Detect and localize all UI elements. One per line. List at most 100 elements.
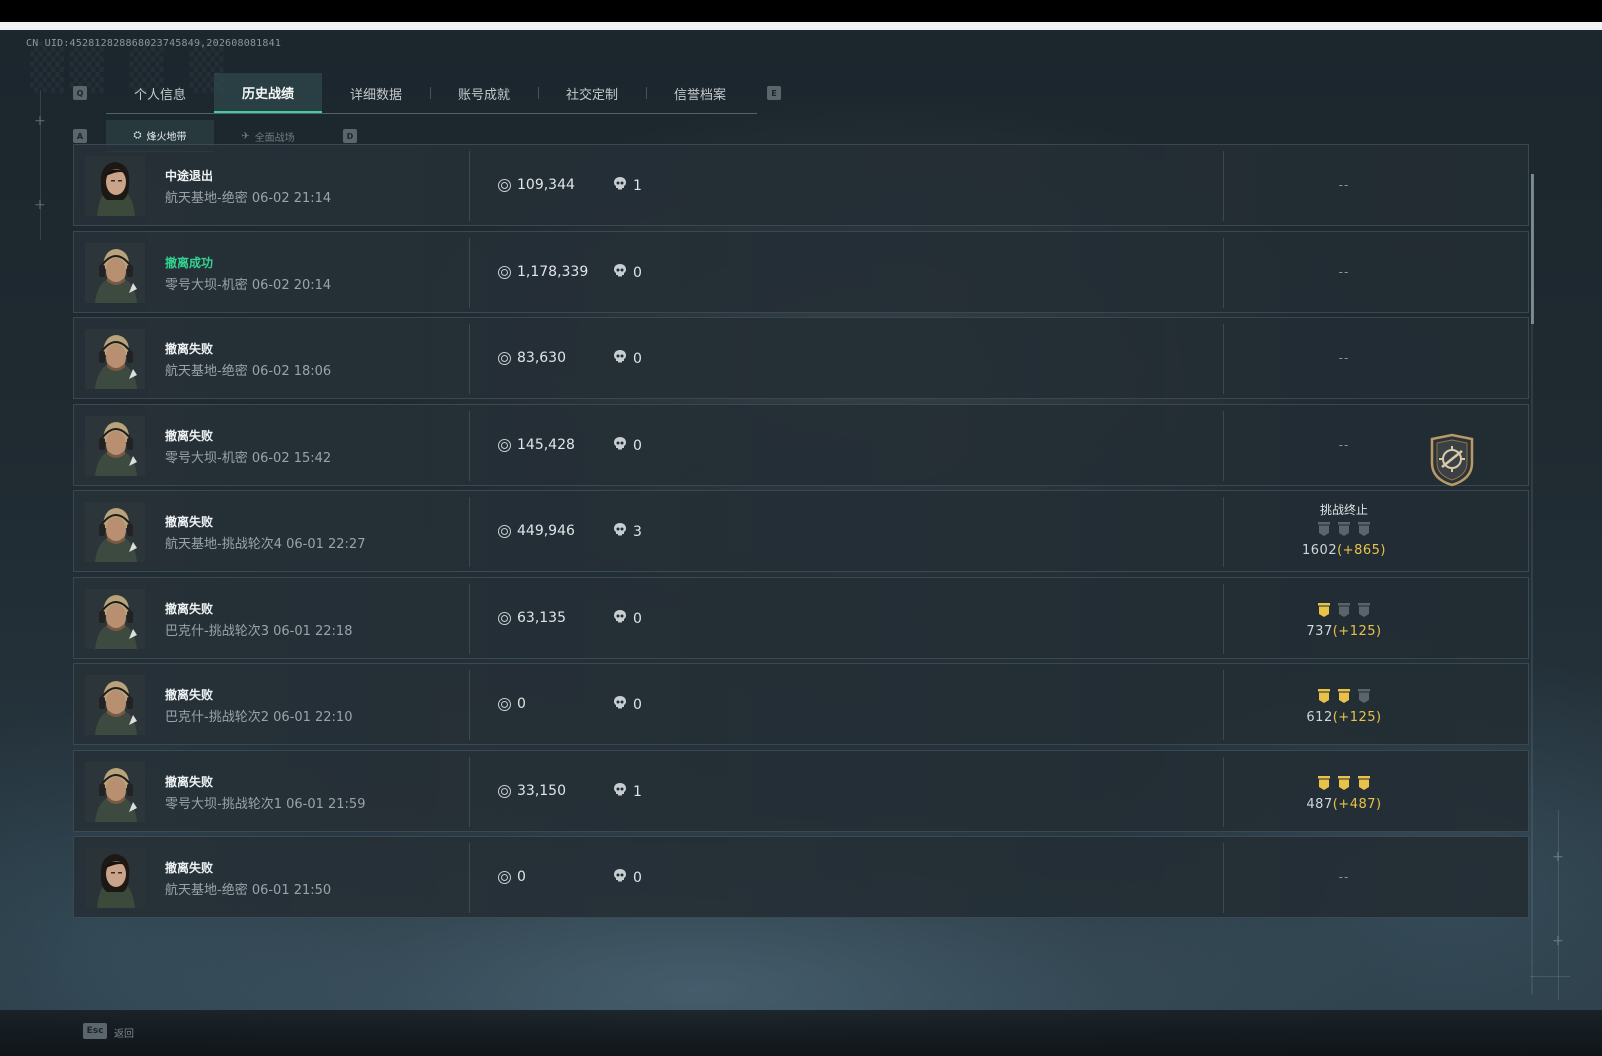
tab-prev-key[interactable]: Q bbox=[73, 86, 87, 100]
decor-line bbox=[1558, 810, 1559, 1000]
map-and-time: 航天基地-绝密 06-02 21:14 bbox=[165, 191, 332, 206]
subtab-next-key[interactable]: D bbox=[343, 129, 357, 143]
esc-key[interactable]: Esc bbox=[83, 1023, 107, 1039]
challenge-progress: 挑战终止 1602(+865) bbox=[1224, 501, 1464, 558]
challenge-badge-icon bbox=[1358, 521, 1370, 540]
score-delta: (+487) bbox=[1332, 797, 1382, 812]
coin-icon bbox=[498, 351, 511, 365]
extract-value: 145,428 bbox=[498, 437, 575, 453]
challenge-badges bbox=[1224, 602, 1464, 621]
operator-avatar bbox=[85, 156, 145, 216]
match-status: 撤离失败 bbox=[165, 342, 214, 356]
challenge-badge-icon bbox=[1318, 521, 1330, 540]
kill-number: 0 bbox=[633, 265, 642, 281]
extract-value: 109,344 bbox=[498, 177, 575, 193]
scrollbar-thumb[interactable] bbox=[1531, 174, 1534, 324]
map-and-time: 巴克什-挑战轮次3 06-01 22:18 bbox=[165, 624, 353, 639]
kill-number: 1 bbox=[633, 784, 642, 800]
score-delta: (+125) bbox=[1332, 624, 1382, 639]
map-and-time: 巴克什-挑战轮次2 06-01 22:10 bbox=[165, 710, 353, 725]
top-white-band bbox=[0, 22, 1602, 30]
tab-1[interactable]: 历史战绩 bbox=[214, 73, 322, 113]
match-row[interactable]: 撤离成功 零号大坝-机密 06-02 20:14 1,178,339 0 -- bbox=[73, 231, 1529, 313]
kill-count: 0 bbox=[614, 350, 642, 368]
kill-number: 0 bbox=[633, 611, 642, 627]
match-row[interactable]: 撤离失败 巴克什-挑战轮次3 06-01 22:18 63,135 0 737(+125… bbox=[73, 577, 1529, 659]
operator-avatar bbox=[85, 416, 145, 476]
skull-icon bbox=[614, 350, 626, 368]
operator-avatar bbox=[85, 589, 145, 649]
operator-avatar bbox=[85, 243, 145, 303]
tab-4[interactable]: 社交定制 bbox=[538, 73, 646, 113]
challenge-progress: 612(+125) bbox=[1224, 685, 1464, 725]
match-row[interactable]: 撤离失败 航天基地-绝密 06-02 18:06 83,630 0 -- bbox=[73, 317, 1529, 399]
main-tabs: 个人信息 历史战绩 详细数据 账号成就 社交定制 信誉档案 bbox=[106, 73, 757, 114]
value-amount: 449,946 bbox=[517, 523, 575, 539]
match-row[interactable]: 撤离失败 航天基地-挑战轮次4 06-01 22:27 449,946 3 挑战终止 16… bbox=[73, 490, 1529, 572]
challenge-progress: 487(+487) bbox=[1224, 772, 1464, 812]
value-amount: 1,178,339 bbox=[517, 264, 589, 280]
challenge-progress: 737(+125) bbox=[1224, 599, 1464, 639]
challenge-score: 737(+125) bbox=[1224, 624, 1464, 639]
match-row[interactable]: 撤离失败 零号大坝-挑战轮次1 06-01 21:59 33,150 1 487(+48… bbox=[73, 750, 1529, 832]
challenge-score: 487(+487) bbox=[1224, 797, 1464, 812]
match-row[interactable]: 中途退出 航天基地-绝密 06-02 21:14 109,344 1 -- bbox=[73, 144, 1529, 226]
result-placeholder: -- bbox=[1338, 351, 1350, 365]
skull-icon bbox=[614, 610, 626, 628]
decor-line bbox=[40, 90, 41, 240]
score-value: 612 bbox=[1306, 710, 1333, 725]
value-amount: 63,135 bbox=[517, 610, 566, 626]
result-placeholder: -- bbox=[1338, 438, 1350, 452]
value-amount: 145,428 bbox=[517, 437, 575, 453]
flame-zone-icon: ⛭ bbox=[133, 130, 142, 141]
challenge-badge-icon bbox=[1338, 688, 1350, 707]
challenge-badge-icon bbox=[1338, 521, 1350, 540]
column-divider bbox=[469, 151, 470, 221]
match-status: 撤离失败 bbox=[165, 688, 214, 702]
tab-2[interactable]: 详细数据 bbox=[322, 73, 430, 113]
challenge-badge-icon bbox=[1358, 775, 1370, 794]
extract-value: 63,135 bbox=[498, 610, 566, 626]
tab-5[interactable]: 信誉档案 bbox=[646, 73, 754, 113]
value-amount: 33,150 bbox=[517, 783, 566, 799]
column-divider bbox=[469, 324, 470, 394]
kill-count: 3 bbox=[614, 523, 642, 541]
challenge-badge-icon bbox=[1338, 775, 1350, 794]
score-value: 487 bbox=[1306, 797, 1333, 812]
kill-count: 0 bbox=[614, 610, 642, 628]
skull-icon bbox=[614, 437, 626, 455]
match-row[interactable]: 撤离失败巴克什-挑战轮次2 06-01 22:10 0 0 612(+125) bbox=[73, 663, 1529, 745]
operator-avatar bbox=[85, 675, 145, 735]
challenge-score: 1602(+865) bbox=[1224, 543, 1464, 558]
operator-avatar bbox=[85, 329, 145, 389]
extract-value: 33,150 bbox=[498, 783, 566, 799]
tab-3[interactable]: 账号成就 bbox=[430, 73, 538, 113]
extract-value: 0 bbox=[498, 696, 526, 712]
match-status: 中途退出 bbox=[165, 169, 214, 183]
map-and-time: 零号大坝-机密 06-02 15:42 bbox=[165, 451, 332, 466]
coin-icon bbox=[498, 697, 511, 711]
kill-count: 0 bbox=[614, 696, 642, 714]
battlefield-icon: ✈ bbox=[241, 130, 250, 142]
value-amount: 0 bbox=[517, 869, 526, 885]
match-row[interactable]: 撤离失败 零号大坝-机密 06-02 15:42 145,428 0 -- bbox=[73, 404, 1529, 487]
extract-value: 83,630 bbox=[498, 350, 566, 366]
tab-0[interactable]: 个人信息 bbox=[106, 73, 214, 113]
challenge-badge-icon bbox=[1318, 602, 1330, 621]
challenge-badge-icon bbox=[1338, 602, 1350, 621]
score-value: 737 bbox=[1306, 624, 1333, 639]
kill-number: 3 bbox=[633, 524, 642, 540]
subtab-label: 烽火地带 bbox=[146, 132, 187, 143]
kill-count: 0 bbox=[614, 869, 642, 887]
column-divider bbox=[469, 238, 470, 308]
user-uid: CN UID:452812828868023745849,20260808184… bbox=[26, 38, 282, 49]
top-black-bar bbox=[0, 0, 1602, 22]
challenge-badge-icon bbox=[1358, 602, 1370, 621]
coin-icon bbox=[498, 524, 511, 538]
subtab-prev-key[interactable]: A bbox=[73, 129, 87, 143]
back-label[interactable]: 返回 bbox=[114, 1025, 134, 1040]
tab-next-key[interactable]: E bbox=[767, 86, 781, 100]
match-row[interactable]: 撤离失败 航天基地-绝密 06-01 21:50 0 0 -- bbox=[73, 836, 1529, 918]
value-amount: 83,630 bbox=[517, 350, 566, 366]
challenge-badge-icon bbox=[1318, 775, 1330, 794]
